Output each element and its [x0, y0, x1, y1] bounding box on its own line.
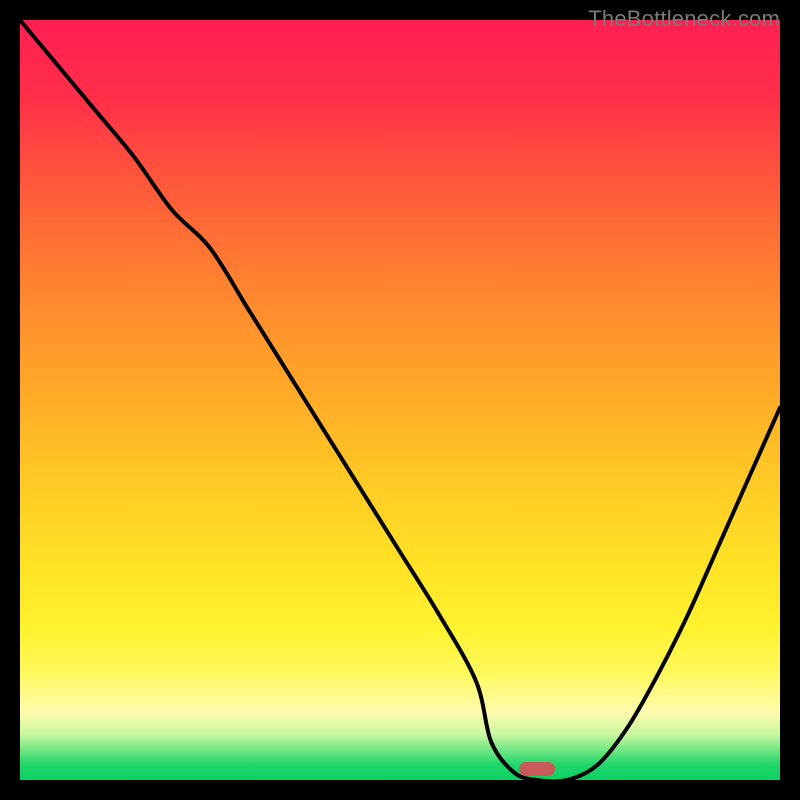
watermark-text: TheBottleneck.com	[588, 6, 780, 32]
optimal-marker	[519, 762, 555, 776]
chart-svg	[20, 20, 780, 780]
plot-area	[20, 20, 780, 780]
curve-path	[20, 20, 780, 780]
